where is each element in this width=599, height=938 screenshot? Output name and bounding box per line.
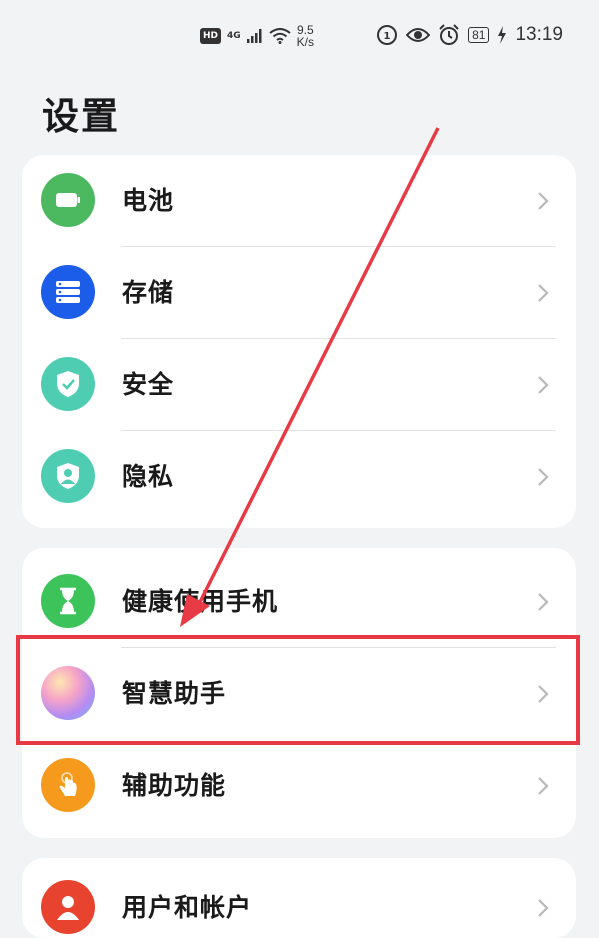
settings-item-privacy[interactable]: 隐私 xyxy=(22,431,576,523)
settings-item-label: 隐私 xyxy=(122,462,175,491)
wifi-icon xyxy=(269,28,291,44)
data-saver-icon: 1 xyxy=(377,25,398,45)
network-speed: 9.5 K/s xyxy=(297,24,314,48)
battery-level: 81 xyxy=(468,27,490,43)
highlight-box xyxy=(16,635,580,745)
settings-item-label: 安全 xyxy=(122,370,175,399)
status-bar: HD 4G 9.5 K/s 1 81 13:19 xyxy=(0,0,599,76)
settings-item-storage[interactable]: 存储 xyxy=(22,247,576,339)
settings-item-label: 用户和帐户 xyxy=(122,893,253,922)
alarm-icon xyxy=(439,24,459,45)
hd-badge: HD xyxy=(200,28,222,44)
network-type: 4G xyxy=(227,31,241,41)
battery-icon xyxy=(41,173,95,227)
chevron-right-icon xyxy=(538,777,549,795)
chevron-right-icon xyxy=(538,593,549,611)
chevron-right-icon xyxy=(538,899,549,917)
settings-group-3: 用户和帐户 xyxy=(22,858,576,938)
settings-item-label: 电池 xyxy=(122,186,175,215)
network-speed-unit: K/s xyxy=(296,35,315,49)
chevron-right-icon xyxy=(538,284,549,302)
cellular-signal-icon xyxy=(246,29,262,43)
settings-item-label: 存储 xyxy=(122,278,175,307)
hourglass-icon xyxy=(41,574,95,628)
settings-item-accessibility[interactable]: 辅助功能 xyxy=(22,740,576,832)
settings-item-battery[interactable]: 电池 xyxy=(22,155,576,247)
security-shield-icon xyxy=(41,357,95,411)
status-bar-right: 1 81 13:19 xyxy=(376,24,563,46)
privacy-icon xyxy=(41,449,95,503)
accessibility-hand-icon xyxy=(41,758,95,812)
status-bar-left: HD 4G 9.5 K/s xyxy=(200,24,314,48)
settings-group-1: 电池 存储 安全 隐私 xyxy=(22,155,576,528)
settings-item-security[interactable]: 安全 xyxy=(22,339,576,431)
storage-icon xyxy=(41,265,95,319)
settings-item-users-accounts[interactable]: 用户和帐户 xyxy=(22,862,576,938)
charging-icon xyxy=(498,26,507,44)
user-icon xyxy=(41,880,95,934)
chevron-right-icon xyxy=(538,192,549,210)
settings-item-label: 辅助功能 xyxy=(122,771,227,800)
chevron-right-icon xyxy=(538,376,549,394)
eye-comfort-icon xyxy=(406,28,431,42)
page-title: 设置 xyxy=(42,95,120,138)
clock: 13:19 xyxy=(515,24,563,45)
svg-text:1: 1 xyxy=(384,31,391,42)
chevron-right-icon xyxy=(538,468,549,486)
